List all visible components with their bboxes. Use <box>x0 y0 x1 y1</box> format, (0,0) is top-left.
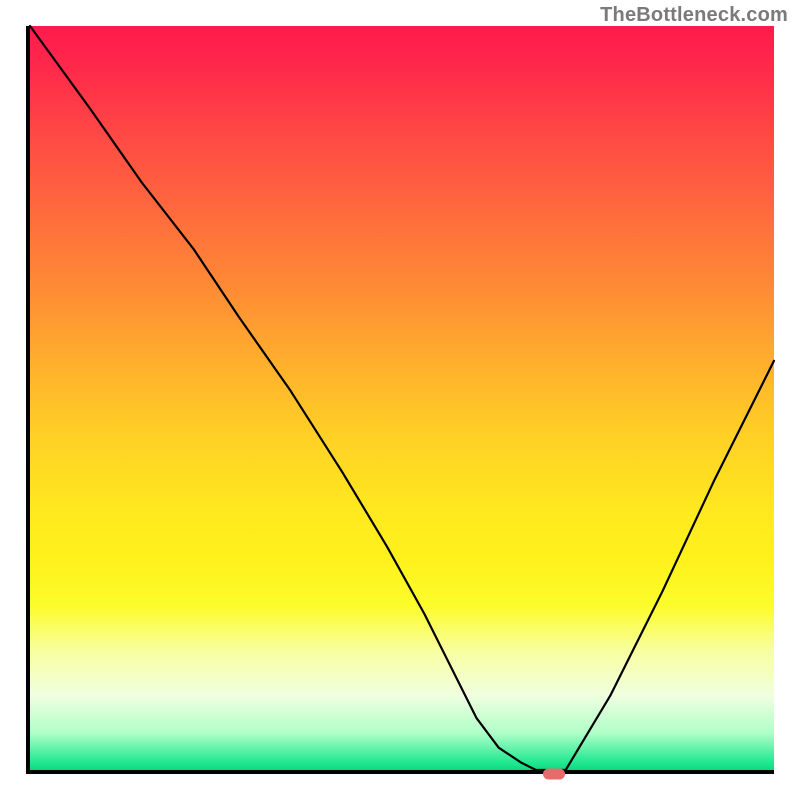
bottleneck-curve <box>30 26 774 770</box>
chart-container: TheBottleneck.com <box>0 0 800 800</box>
curve-svg <box>30 26 774 770</box>
watermark-text: TheBottleneck.com <box>600 4 788 27</box>
optimal-marker <box>543 769 565 780</box>
plot-area <box>26 26 774 774</box>
